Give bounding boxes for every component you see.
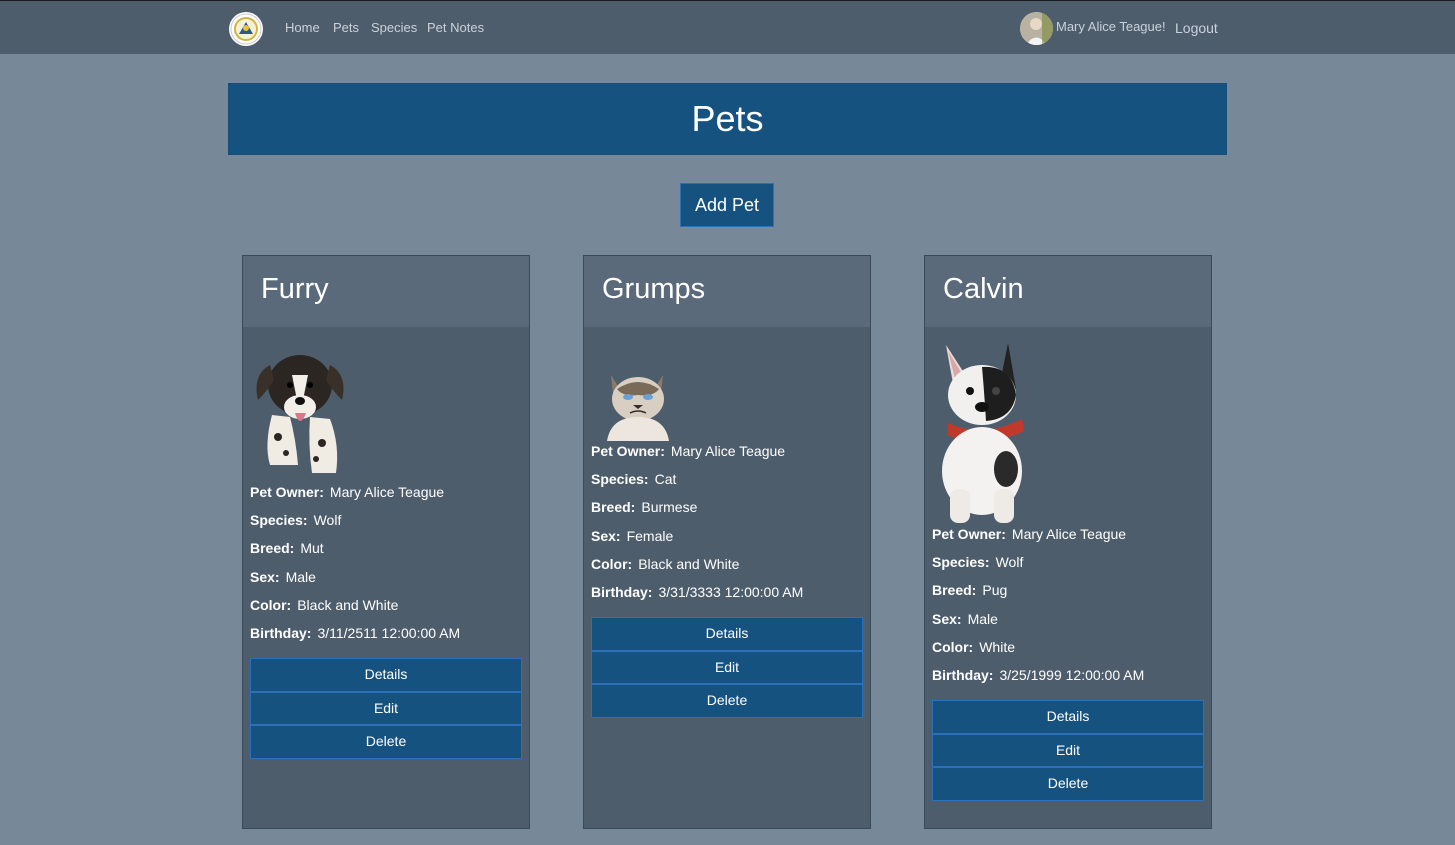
edit-button[interactable]: Edit bbox=[932, 733, 1204, 768]
user-avatar[interactable] bbox=[1020, 12, 1053, 45]
delete-button[interactable]: Delete bbox=[250, 725, 522, 759]
user-greeting-link[interactable]: Mary Alice Teague! bbox=[1056, 19, 1166, 34]
pet-card-header: Furry bbox=[243, 256, 529, 327]
pet-name: Grumps bbox=[602, 273, 706, 305]
pet-breed-field: Breed: Mut bbox=[250, 540, 324, 557]
pet-sex-field: Sex: Male bbox=[250, 568, 316, 585]
pet-species-field: Species: Wolf bbox=[932, 554, 1024, 571]
pet-breed-field: Breed: Burmese bbox=[591, 499, 698, 516]
pet-card-header: Grumps bbox=[584, 256, 870, 327]
details-button[interactable]: Details bbox=[932, 700, 1204, 734]
pet-card: Furry Pet Owner: Mary Alice Teague Speci… bbox=[242, 255, 530, 829]
delete-button[interactable]: Delete bbox=[932, 767, 1204, 801]
nav-species-link[interactable]: Species bbox=[371, 20, 417, 35]
logout-link[interactable]: Logout bbox=[1175, 20, 1218, 36]
pet-card: Calvin Pet Owner: Mary Alice Teague Speci… bbox=[924, 255, 1212, 829]
pet-owner-field: Pet Owner: Mary Alice Teague bbox=[250, 484, 445, 500]
edit-button[interactable]: Edit bbox=[250, 691, 522, 726]
nav-pets-link[interactable]: Pets bbox=[333, 20, 359, 35]
edit-button[interactable]: Edit bbox=[591, 650, 863, 685]
pet-card-header: Calvin bbox=[925, 256, 1211, 327]
brand-logo-icon[interactable] bbox=[229, 12, 263, 46]
pet-birthday-field: Birthday: 3/31/3333 12:00:00 AM bbox=[591, 583, 804, 600]
pet-sex-field: Sex: Male bbox=[932, 610, 998, 627]
page-title-banner: Pets bbox=[228, 83, 1227, 155]
pet-sex-field: Sex: Female bbox=[591, 527, 674, 544]
pet-color-field: Color: Black and White bbox=[591, 555, 740, 572]
pet-breed-field: Breed: Pug bbox=[932, 582, 1008, 599]
delete-button[interactable]: Delete bbox=[591, 684, 863, 718]
pet-color-field: Color: White bbox=[932, 638, 1016, 655]
pet-species-field: Species: Wolf bbox=[250, 512, 342, 529]
pet-birthday-field: Birthday: 3/11/2511 12:00:00 AM bbox=[250, 624, 461, 641]
add-pet-button[interactable]: Add Pet bbox=[680, 183, 774, 227]
navbar: Home Pets Species Pet Notes Mary Alice T… bbox=[0, 0, 1455, 54]
pet-card: Grumps Pet Owner: Mary Alice Teague Speci… bbox=[583, 255, 871, 829]
bulldog-icon bbox=[932, 327, 1204, 525]
nav-pet-notes-link[interactable]: Pet Notes bbox=[427, 20, 484, 35]
page-title: Pets bbox=[691, 98, 764, 139]
cat-icon bbox=[591, 327, 863, 442]
dog-icon bbox=[250, 327, 522, 483]
nav-home-link[interactable]: Home bbox=[285, 20, 320, 35]
pet-color-field: Color: Black and White bbox=[250, 596, 399, 613]
pet-owner-field: Pet Owner: Mary Alice Teague bbox=[591, 443, 786, 459]
details-button[interactable]: Details bbox=[250, 658, 522, 692]
pet-species-field: Species: Cat bbox=[591, 471, 677, 488]
details-button[interactable]: Details bbox=[591, 617, 863, 651]
pet-name: Calvin bbox=[943, 273, 1024, 305]
pet-birthday-field: Birthday: 3/25/1999 12:00:00 AM bbox=[932, 666, 1145, 683]
pet-name: Furry bbox=[261, 273, 329, 305]
